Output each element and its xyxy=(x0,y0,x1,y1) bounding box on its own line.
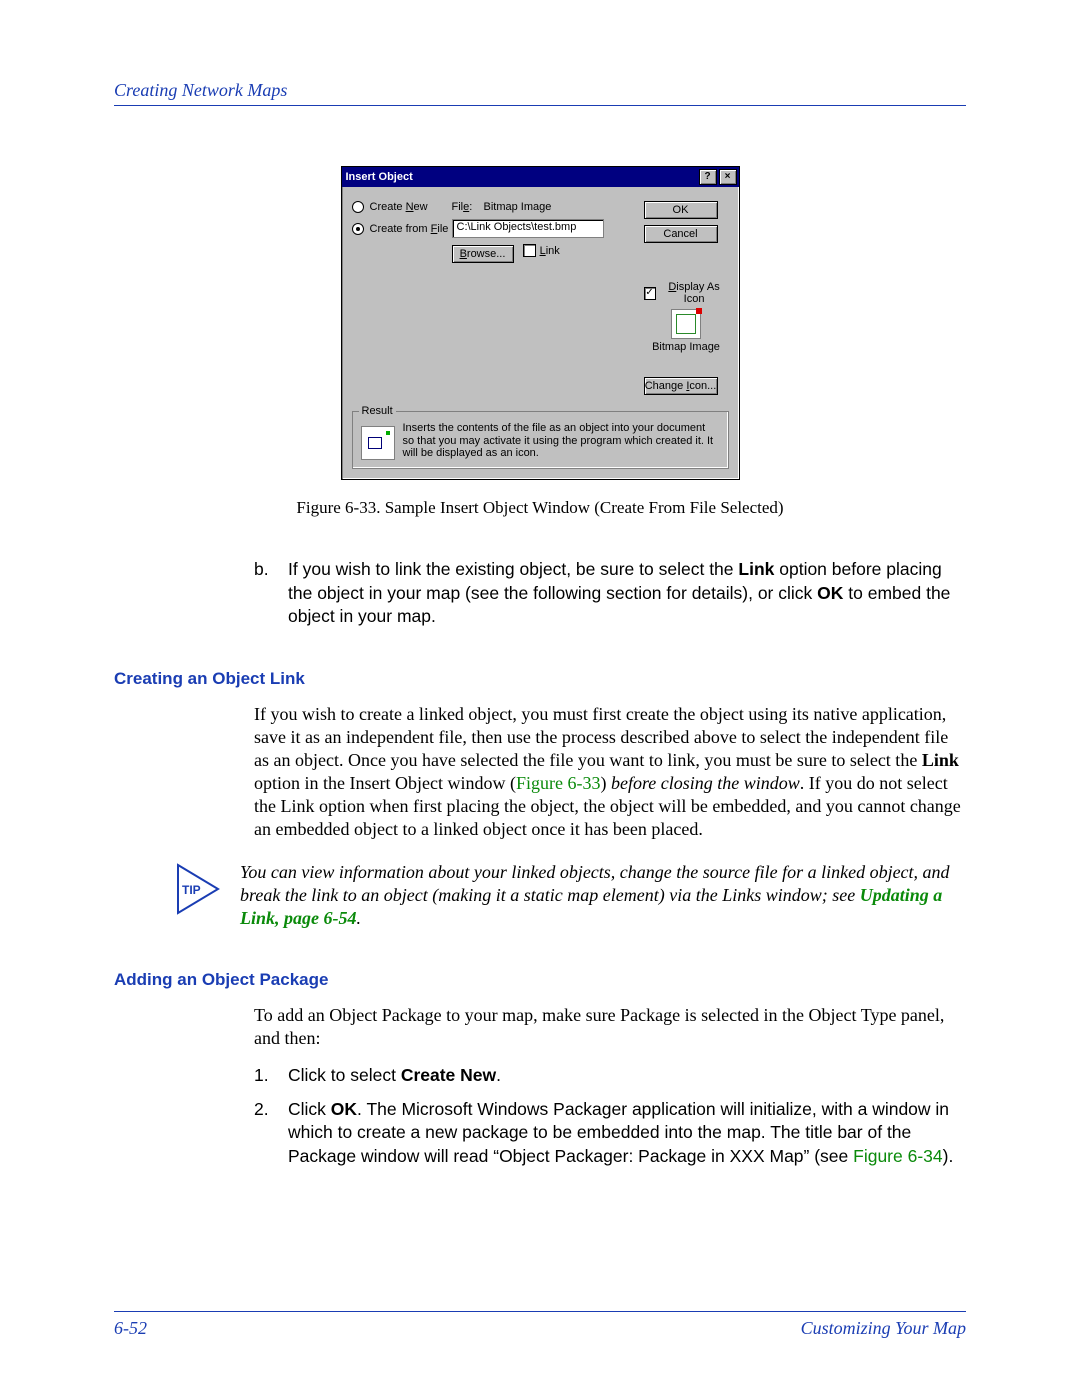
icon-preview xyxy=(671,309,701,339)
file-label: File: xyxy=(452,201,484,213)
change-icon-button[interactable]: Change Icon... xyxy=(644,377,718,395)
step-1: 1. Click to select Create New. xyxy=(254,1064,966,1088)
result-icon xyxy=(361,426,395,460)
step-2: 2. Click OK. The Microsoft Windows Packa… xyxy=(254,1098,966,1169)
page-header: Creating Network Maps xyxy=(114,80,966,105)
file-path-input[interactable]: C:\Link Objects\test.bmp xyxy=(452,219,604,238)
step-b: b. If you wish to link the existing obje… xyxy=(254,558,966,629)
ok-button[interactable]: OK xyxy=(644,201,718,219)
checkbox-icon: ✓ xyxy=(644,287,656,300)
footer-section: Customizing Your Map xyxy=(801,1318,966,1339)
figure-xref[interactable]: Figure 6-34 xyxy=(853,1146,943,1166)
dialog-titlebar: Insert Object ? × xyxy=(342,167,739,187)
figure-caption: Figure 6-33. Sample Insert Object Window… xyxy=(114,498,966,518)
tip-icon: TIP xyxy=(174,861,222,917)
browse-button[interactable]: Browse... xyxy=(452,245,514,263)
checkbox-icon xyxy=(523,244,536,257)
list-marker: 2. xyxy=(254,1098,288,1169)
result-text: Inserts the contents of the file as an o… xyxy=(403,422,720,460)
result-legend: Result xyxy=(359,405,396,417)
radio-create-new[interactable]: Create New xyxy=(352,201,452,213)
radio-icon xyxy=(352,201,364,213)
radio-icon xyxy=(352,223,364,235)
insert-object-dialog: Insert Object ? × Create New Create from… xyxy=(341,166,740,480)
result-panel: Result Inserts the contents of the file … xyxy=(352,411,729,469)
icon-preview-caption: Bitmap Image xyxy=(644,341,729,353)
heading-adding-object-package: Adding an Object Package xyxy=(114,970,966,990)
display-as-icon-checkbox[interactable]: ✓ Display As Icon xyxy=(644,281,729,305)
close-icon[interactable]: × xyxy=(719,169,737,185)
header-rule xyxy=(114,105,966,106)
paragraph: To add an Object Package to your map, ma… xyxy=(254,1004,966,1050)
svg-text:TIP: TIP xyxy=(182,883,201,897)
tip-callout: TIP You can view information about your … xyxy=(174,861,966,930)
radio-create-from-file[interactable]: Create from File xyxy=(352,223,452,235)
figure-xref[interactable]: Figure 6-33 xyxy=(516,773,601,793)
dialog-title: Insert Object xyxy=(346,171,413,183)
paragraph: If you wish to create a linked object, y… xyxy=(254,703,966,841)
list-marker: b. xyxy=(254,558,288,629)
tip-text: You can view information about your link… xyxy=(240,861,966,930)
list-marker: 1. xyxy=(254,1064,288,1088)
page-footer: 6-52 Customizing Your Map xyxy=(114,1303,966,1339)
link-checkbox[interactable]: Link xyxy=(523,244,560,257)
heading-creating-object-link: Creating an Object Link xyxy=(114,669,966,689)
help-icon[interactable]: ? xyxy=(699,169,717,185)
footer-rule xyxy=(114,1311,966,1312)
file-type-value: Bitmap Image xyxy=(484,201,552,213)
page-number: 6-52 xyxy=(114,1318,147,1339)
cancel-button[interactable]: Cancel xyxy=(644,225,718,243)
